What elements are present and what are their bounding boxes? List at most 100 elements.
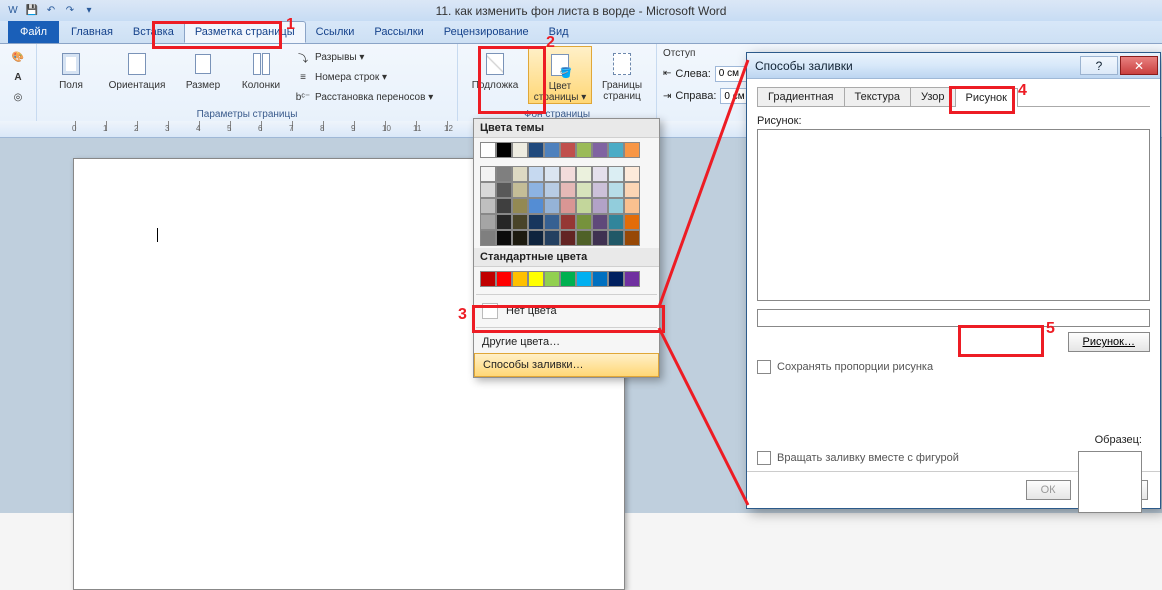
swatch[interactable] [480, 182, 496, 198]
swatch[interactable] [592, 182, 608, 198]
tab-gradient[interactable]: Градиентная [757, 87, 845, 106]
tab-file[interactable]: Файл [8, 21, 59, 43]
swatch[interactable] [624, 166, 640, 182]
ok-button[interactable]: ОК [1026, 480, 1071, 500]
swatch[interactable] [528, 198, 544, 214]
tab-review[interactable]: Рецензирование [434, 21, 539, 43]
swatch[interactable] [496, 182, 512, 198]
swatch[interactable] [480, 271, 496, 287]
swatch[interactable] [624, 142, 640, 158]
menu-no-color[interactable]: Нет цвета [474, 298, 659, 324]
themes-fonts[interactable]: A [6, 68, 30, 86]
theme-shades[interactable] [474, 162, 659, 248]
swatch[interactable] [512, 214, 528, 230]
swatch[interactable] [576, 198, 592, 214]
swatch[interactable] [592, 166, 608, 182]
swatch[interactable] [560, 142, 576, 158]
swatch[interactable] [592, 230, 608, 246]
swatch[interactable] [528, 142, 544, 158]
swatch[interactable] [576, 214, 592, 230]
swatch[interactable] [624, 214, 640, 230]
swatch[interactable] [624, 230, 640, 246]
swatch[interactable] [592, 271, 608, 287]
help-button[interactable]: ? [1080, 56, 1118, 75]
swatch[interactable] [608, 142, 624, 158]
swatch[interactable] [528, 230, 544, 246]
swatch[interactable] [496, 271, 512, 287]
swatch[interactable] [576, 166, 592, 182]
close-button[interactable]: ✕ [1120, 56, 1158, 75]
swatch[interactable] [512, 166, 528, 182]
swatch[interactable] [576, 142, 592, 158]
tab-mailings[interactable]: Рассылки [364, 21, 433, 43]
btn-margins[interactable]: Поля [43, 46, 99, 91]
swatch[interactable] [480, 230, 496, 246]
swatch[interactable] [560, 230, 576, 246]
menu-fill-effects[interactable]: Способы заливки… [474, 353, 659, 377]
themes-effects[interactable]: ◎ [6, 88, 30, 106]
theme-colors-row[interactable] [474, 138, 659, 162]
swatch[interactable] [560, 182, 576, 198]
swatch[interactable] [592, 198, 608, 214]
swatch[interactable] [512, 142, 528, 158]
swatch[interactable] [608, 230, 624, 246]
tab-references[interactable]: Ссылки [306, 21, 365, 43]
swatch[interactable] [544, 230, 560, 246]
tab-view[interactable]: Вид [539, 21, 579, 43]
swatch[interactable] [576, 271, 592, 287]
swatch[interactable] [576, 182, 592, 198]
tab-texture[interactable]: Текстура [844, 87, 911, 106]
swatch[interactable] [480, 142, 496, 158]
tab-pattern[interactable]: Узор [910, 87, 956, 106]
undo-icon[interactable]: ↶ [44, 4, 58, 18]
swatch[interactable] [592, 214, 608, 230]
btn-orientation[interactable]: Ориентация [101, 46, 173, 91]
swatch[interactable] [544, 271, 560, 287]
swatch[interactable] [512, 182, 528, 198]
menu-more-colors[interactable]: Другие цвета… [474, 331, 659, 353]
swatch[interactable] [608, 166, 624, 182]
swatch[interactable] [512, 230, 528, 246]
btn-breaks[interactable]: ⤵Разрывы ▾ [291, 48, 451, 66]
swatch[interactable] [560, 214, 576, 230]
save-icon[interactable]: 💾 [25, 4, 39, 18]
swatch[interactable] [528, 182, 544, 198]
btn-size[interactable]: Размер [175, 46, 231, 91]
keep-ratio-checkbox[interactable]: Сохранять пропорции рисунка [757, 360, 1150, 374]
swatch[interactable] [560, 271, 576, 287]
btn-page-borders[interactable]: Границыстраниц [594, 46, 650, 102]
swatch[interactable] [544, 198, 560, 214]
themes-colors[interactable]: 🎨 [6, 48, 30, 66]
btn-hyphenation[interactable]: bᶜ⁻Расстановка переносов ▾ [291, 88, 451, 106]
btn-columns[interactable]: Колонки [233, 46, 289, 91]
btn-page-color[interactable]: 🪣Цветстраницы ▾ [528, 46, 592, 104]
swatch[interactable] [624, 182, 640, 198]
swatch[interactable] [624, 271, 640, 287]
swatch[interactable] [496, 214, 512, 230]
swatch[interactable] [528, 271, 544, 287]
swatch[interactable] [480, 214, 496, 230]
rotate-checkbox[interactable]: Вращать заливку вместе с фигурой [757, 451, 959, 465]
swatch[interactable] [528, 214, 544, 230]
swatch[interactable] [544, 182, 560, 198]
swatch[interactable] [544, 214, 560, 230]
qa-dropdown-icon[interactable]: ▾ [82, 4, 96, 18]
tab-home[interactable]: Главная [61, 21, 123, 43]
swatch[interactable] [480, 198, 496, 214]
btn-line-numbers[interactable]: ≡Номера строк ▾ [291, 68, 451, 86]
swatch[interactable] [496, 198, 512, 214]
swatch[interactable] [496, 230, 512, 246]
swatch[interactable] [608, 214, 624, 230]
redo-icon[interactable]: ↷ [63, 4, 77, 18]
swatch[interactable] [560, 166, 576, 182]
swatch[interactable] [608, 198, 624, 214]
swatch[interactable] [528, 166, 544, 182]
swatch[interactable] [512, 198, 528, 214]
swatch[interactable] [560, 198, 576, 214]
swatch[interactable] [544, 166, 560, 182]
swatch[interactable] [608, 182, 624, 198]
select-picture-button[interactable]: Рисунок… [1068, 332, 1151, 352]
swatch[interactable] [496, 142, 512, 158]
btn-watermark[interactable]: Подложка [464, 46, 526, 91]
tab-picture[interactable]: Рисунок [955, 88, 1019, 107]
